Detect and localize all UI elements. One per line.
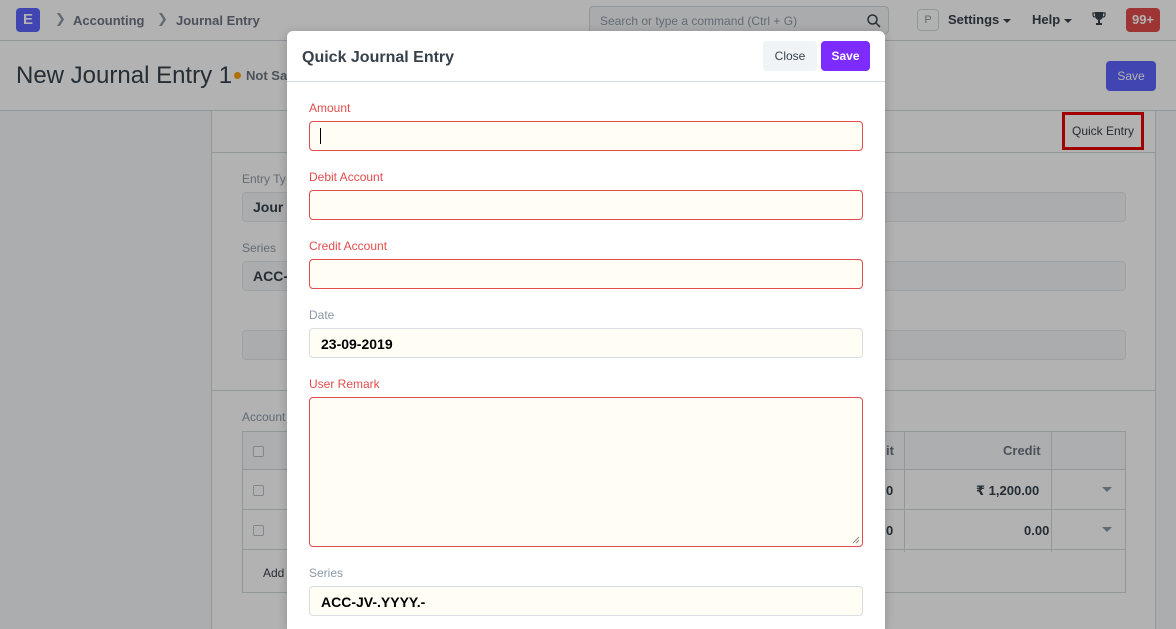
quick-journal-entry-dialog: Quick Journal Entry Close Save Amount De… <box>287 31 885 629</box>
close-button[interactable]: Close <box>763 41 817 71</box>
series-field-input[interactable]: ACC-JV-.YYYY.- <box>309 586 863 616</box>
resize-handle-icon[interactable] <box>852 536 860 544</box>
user-remark-label: User Remark <box>309 377 380 391</box>
credit-account-label: Credit Account <box>309 239 388 253</box>
credit-account-input[interactable] <box>309 259 863 289</box>
modal-save-button[interactable]: Save <box>821 41 870 71</box>
amount-input[interactable] <box>309 121 863 151</box>
user-remark-textarea[interactable] <box>309 397 863 547</box>
series-field-label: Series <box>309 566 344 580</box>
modal-title: Quick Journal Entry <box>302 49 455 66</box>
date-input[interactable]: 23-09-2019 <box>309 328 863 358</box>
debit-account-input[interactable] <box>309 190 863 220</box>
amount-label: Amount <box>309 101 351 115</box>
debit-account-label: Debit Account <box>309 170 384 184</box>
text-cursor <box>320 128 321 144</box>
date-label: Date <box>309 308 335 322</box>
modal-header: Quick Journal Entry Close Save <box>287 31 885 82</box>
